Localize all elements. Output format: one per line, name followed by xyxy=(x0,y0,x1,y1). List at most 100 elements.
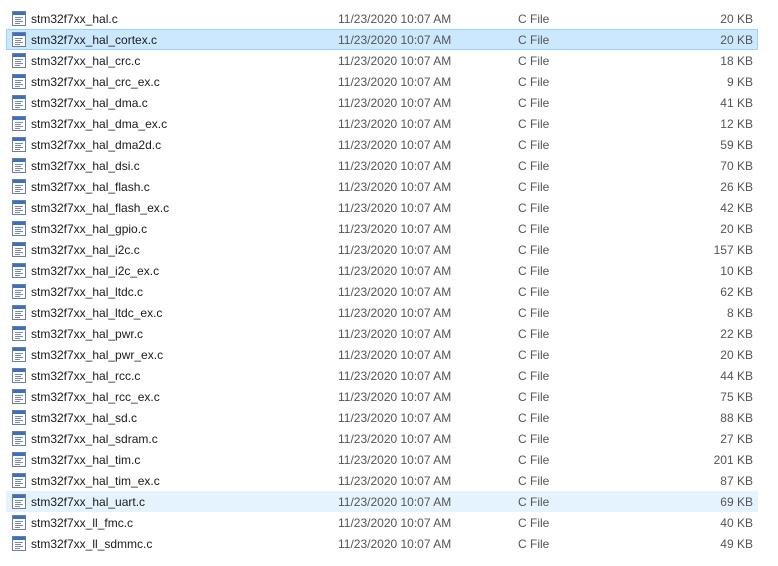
c-source-file-icon xyxy=(12,179,26,194)
file-row[interactable]: stm32f7xx_ll_fmc.c 11/23/2020 10:07 AM C… xyxy=(6,512,758,533)
file-row[interactable]: stm32f7xx_ll_sdmmc.c 11/23/2020 10:07 AM… xyxy=(6,533,758,554)
file-type: C File xyxy=(518,495,550,509)
file-size: 20 KB xyxy=(720,222,753,236)
file-size: 41 KB xyxy=(720,96,753,110)
c-source-file-icon xyxy=(12,221,26,236)
file-row[interactable]: stm32f7xx_hal_crc.c 11/23/2020 10:07 AM … xyxy=(6,50,758,71)
file-name: stm32f7xx_hal_gpio.c xyxy=(31,222,148,236)
file-row[interactable]: stm32f7xx_hal_tim.c 11/23/2020 10:07 AM … xyxy=(6,449,758,470)
file-date-modified: 11/23/2020 10:07 AM xyxy=(338,411,452,425)
c-source-file-icon xyxy=(12,242,26,257)
file-type: C File xyxy=(518,285,550,299)
file-row[interactable]: stm32f7xx_hal_dma2d.c 11/23/2020 10:07 A… xyxy=(6,134,758,155)
file-name: stm32f7xx_hal_ltdc.c xyxy=(31,285,144,299)
file-type: C File xyxy=(518,222,550,236)
file-name: stm32f7xx_hal_pwr.c xyxy=(31,327,144,341)
file-row[interactable]: stm32f7xx_hal_dma.c 11/23/2020 10:07 AM … xyxy=(6,92,758,113)
file-size: 12 KB xyxy=(720,117,753,131)
file-date-modified: 11/23/2020 10:07 AM xyxy=(338,306,452,320)
file-name: stm32f7xx_hal_rcc.c xyxy=(31,369,141,383)
file-size: 27 KB xyxy=(720,432,753,446)
file-type: C File xyxy=(518,390,550,404)
file-date-modified: 11/23/2020 10:07 AM xyxy=(338,75,452,89)
file-date-modified: 11/23/2020 10:07 AM xyxy=(338,348,452,362)
file-row[interactable]: stm32f7xx_hal_i2c.c 11/23/2020 10:07 AM … xyxy=(6,239,758,260)
file-row[interactable]: stm32f7xx_hal_ltdc.c 11/23/2020 10:07 AM… xyxy=(6,281,758,302)
file-name: stm32f7xx_hal_tim_ex.c xyxy=(31,474,160,488)
file-date-modified: 11/23/2020 10:07 AM xyxy=(338,369,452,383)
file-type: C File xyxy=(518,306,550,320)
file-row[interactable]: stm32f7xx_hal_flash.c 11/23/2020 10:07 A… xyxy=(6,176,758,197)
file-size: 26 KB xyxy=(720,180,753,194)
file-row[interactable]: stm32f7xx_hal_sdram.c 11/23/2020 10:07 A… xyxy=(6,428,758,449)
file-type: C File xyxy=(518,243,550,257)
file-name: stm32f7xx_ll_fmc.c xyxy=(31,516,134,530)
file-size: 157 KB xyxy=(713,243,753,257)
file-row[interactable]: stm32f7xx_hal_tim_ex.c 11/23/2020 10:07 … xyxy=(6,470,758,491)
file-row[interactable]: stm32f7xx_hal_sd.c 11/23/2020 10:07 AM C… xyxy=(6,407,758,428)
file-size: 20 KB xyxy=(720,348,753,362)
file-size: 20 KB xyxy=(720,33,753,47)
file-row[interactable]: stm32f7xx_hal_ltdc_ex.c 11/23/2020 10:07… xyxy=(6,302,758,323)
file-type: C File xyxy=(518,75,550,89)
file-row[interactable]: stm32f7xx_hal.c 11/23/2020 10:07 AM C Fi… xyxy=(6,8,758,29)
file-type: C File xyxy=(518,180,550,194)
file-row[interactable]: stm32f7xx_hal_dma_ex.c 11/23/2020 10:07 … xyxy=(6,113,758,134)
file-type: C File xyxy=(518,411,550,425)
file-date-modified: 11/23/2020 10:07 AM xyxy=(338,117,452,131)
file-size: 70 KB xyxy=(720,159,753,173)
file-name: stm32f7xx_hal_uart.c xyxy=(31,495,146,509)
file-date-modified: 11/23/2020 10:07 AM xyxy=(338,537,452,551)
file-type: C File xyxy=(518,516,550,530)
file-size: 40 KB xyxy=(720,516,753,530)
file-row[interactable]: stm32f7xx_hal_pwr_ex.c 11/23/2020 10:07 … xyxy=(6,344,758,365)
file-date-modified: 11/23/2020 10:07 AM xyxy=(338,495,452,509)
file-type: C File xyxy=(518,474,550,488)
file-row[interactable]: stm32f7xx_hal_dsi.c 11/23/2020 10:07 AM … xyxy=(6,155,758,176)
file-date-modified: 11/23/2020 10:07 AM xyxy=(338,516,452,530)
c-source-file-icon xyxy=(12,536,26,551)
c-source-file-icon xyxy=(12,326,26,341)
c-source-file-icon xyxy=(12,368,26,383)
file-date-modified: 11/23/2020 10:07 AM xyxy=(338,264,452,278)
file-type: C File xyxy=(518,54,550,68)
file-row[interactable]: stm32f7xx_hal_gpio.c 11/23/2020 10:07 AM… xyxy=(6,218,758,239)
c-source-file-icon xyxy=(12,116,26,131)
file-name: stm32f7xx_hal_flash.c xyxy=(31,180,150,194)
file-type: C File xyxy=(518,264,550,278)
file-name: stm32f7xx_hal.c xyxy=(31,12,118,26)
file-size: 49 KB xyxy=(720,537,753,551)
file-name: stm32f7xx_ll_sdmmc.c xyxy=(31,537,153,551)
file-name: stm32f7xx_hal_i2c.c xyxy=(31,243,140,257)
c-source-file-icon xyxy=(12,200,26,215)
file-date-modified: 11/23/2020 10:07 AM xyxy=(338,432,452,446)
file-type: C File xyxy=(518,348,550,362)
file-row[interactable]: stm32f7xx_hal_flash_ex.c 11/23/2020 10:0… xyxy=(6,197,758,218)
c-source-file-icon xyxy=(12,494,26,509)
c-source-file-icon xyxy=(12,11,26,26)
file-size: 62 KB xyxy=(720,285,753,299)
c-source-file-icon xyxy=(12,263,26,278)
c-source-file-icon xyxy=(12,305,26,320)
file-date-modified: 11/23/2020 10:07 AM xyxy=(338,96,452,110)
file-size: 10 KB xyxy=(720,264,753,278)
file-row[interactable]: stm32f7xx_hal_crc_ex.c 11/23/2020 10:07 … xyxy=(6,71,758,92)
c-source-file-icon xyxy=(12,95,26,110)
file-size: 9 KB xyxy=(726,75,753,89)
file-row[interactable]: stm32f7xx_hal_cortex.c 11/23/2020 10:07 … xyxy=(6,29,758,50)
file-row[interactable]: stm32f7xx_hal_pwr.c 11/23/2020 10:07 AM … xyxy=(6,323,758,344)
c-source-file-icon xyxy=(12,410,26,425)
file-row[interactable]: stm32f7xx_hal_rcc_ex.c 11/23/2020 10:07 … xyxy=(6,386,758,407)
file-size: 69 KB xyxy=(720,495,753,509)
file-date-modified: 11/23/2020 10:07 AM xyxy=(338,285,452,299)
c-source-file-icon xyxy=(12,158,26,173)
file-list: stm32f7xx_hal.c 11/23/2020 10:07 AM C Fi… xyxy=(6,8,758,554)
file-row[interactable]: stm32f7xx_hal_i2c_ex.c 11/23/2020 10:07 … xyxy=(6,260,758,281)
file-date-modified: 11/23/2020 10:07 AM xyxy=(338,243,452,257)
file-date-modified: 11/23/2020 10:07 AM xyxy=(338,159,452,173)
file-name: stm32f7xx_hal_flash_ex.c xyxy=(31,201,170,215)
file-row[interactable]: stm32f7xx_hal_rcc.c 11/23/2020 10:07 AM … xyxy=(6,365,758,386)
file-size: 18 KB xyxy=(720,54,753,68)
c-source-file-icon xyxy=(12,284,26,299)
file-row[interactable]: stm32f7xx_hal_uart.c 11/23/2020 10:07 AM… xyxy=(6,491,758,512)
